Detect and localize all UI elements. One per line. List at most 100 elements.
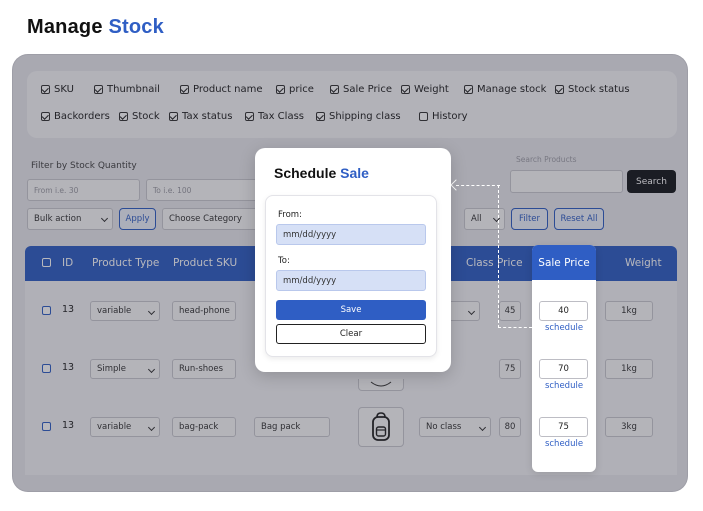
column-toggle-tax-class[interactable]: Tax Class (245, 111, 304, 122)
checkbox[interactable] (316, 112, 325, 121)
shipping-class-select[interactable]: No class (419, 417, 491, 437)
to-date-input[interactable]: mm/dd/yyyy (276, 270, 426, 291)
row-checkbox[interactable] (42, 364, 51, 373)
category-select[interactable]: Choose Category (162, 208, 258, 230)
column-toggle-sku[interactable]: SKU (41, 84, 74, 95)
backpack-icon (372, 412, 390, 441)
shoe-icon (370, 381, 392, 386)
checkbox[interactable] (180, 85, 189, 94)
manage-stock-page: Manage Stock SKU Thumbnail Product name … (0, 0, 703, 511)
search-input[interactable] (510, 170, 623, 193)
checkbox[interactable] (464, 85, 473, 94)
column-visibility-panel: SKU Thumbnail Product name price Sale Pr… (27, 71, 677, 138)
modal-title: Schedule Sale (274, 165, 369, 181)
chevron-down-icon (147, 307, 156, 316)
sale-price-input[interactable]: 40 (539, 301, 588, 321)
from-date-input[interactable]: mm/dd/yyyy (276, 224, 426, 245)
header-sale-price: Sale Price (532, 245, 596, 280)
header-product-sku: Product SKU (173, 257, 238, 269)
weight-input[interactable]: 1kg (605, 359, 653, 379)
checkbox[interactable] (555, 85, 564, 94)
sku-input[interactable]: Run-shoes (172, 359, 236, 379)
column-toggle-thumbnail[interactable]: Thumbnail (94, 84, 160, 95)
row-id: 13 (62, 420, 75, 431)
sku-input[interactable]: bag-pack (172, 417, 236, 437)
schedule-link[interactable]: schedule (532, 381, 596, 391)
filter-button[interactable]: Filter (511, 208, 548, 230)
price-input[interactable]: 45 (499, 301, 521, 321)
weight-input[interactable]: 3kg (605, 417, 653, 437)
column-toggle-history[interactable]: History (419, 111, 468, 122)
checkbox[interactable] (94, 85, 103, 94)
product-name-input[interactable]: Bag pack (254, 417, 330, 437)
sale-price-input[interactable]: 70 (539, 359, 588, 379)
column-toggle-sale-price[interactable]: Sale Price (330, 84, 392, 95)
product-thumbnail (358, 407, 404, 447)
page-title-main: Manage (27, 16, 103, 38)
column-toggle-stock-status[interactable]: Stock status (555, 84, 630, 95)
column-toggle-product-name[interactable]: Product name (180, 84, 263, 95)
schedule-form: From: mm/dd/yyyy To: mm/dd/yyyy Save Cle… (265, 195, 437, 357)
chevron-down-icon (147, 423, 156, 432)
checkbox[interactable] (419, 112, 428, 121)
header-id: ID (62, 257, 74, 269)
price-input[interactable]: 75 (499, 359, 521, 379)
clear-button[interactable]: Clear (276, 324, 426, 344)
column-toggle-tax-status[interactable]: Tax status (169, 111, 232, 122)
page-title: Manage Stock (27, 16, 164, 39)
connector-line (498, 185, 499, 328)
sku-input[interactable]: head-phone (172, 301, 236, 321)
checkbox[interactable] (401, 85, 410, 94)
header-product-type: Product Type (92, 257, 160, 269)
checkbox[interactable] (169, 112, 178, 121)
sale-price-column-highlight: Sale Price 40 schedule 70 schedule 75 sc… (532, 245, 596, 472)
product-type-select[interactable]: variable (90, 301, 160, 321)
chevron-down-icon (467, 307, 476, 316)
checkbox[interactable] (119, 112, 128, 121)
select-all-checkbox[interactable] (42, 258, 51, 267)
row-id: 13 (62, 362, 75, 373)
row-id: 13 (62, 304, 75, 315)
header-class: Class (466, 257, 494, 269)
chevron-down-icon (478, 423, 487, 432)
header-weight: Weight (625, 257, 662, 269)
column-toggle-stock[interactable]: Stock (119, 111, 160, 122)
column-toggle-weight[interactable]: Weight (401, 84, 449, 95)
to-label: To: (278, 256, 290, 266)
stock-to-input[interactable]: To i.e. 100 (146, 179, 259, 201)
save-button[interactable]: Save (276, 300, 426, 320)
weight-input[interactable]: 1kg (605, 301, 653, 321)
schedule-link[interactable]: schedule (532, 439, 596, 449)
product-type-select[interactable]: Simple (90, 359, 160, 379)
from-label: From: (278, 210, 302, 220)
apply-button[interactable]: Apply (119, 208, 156, 230)
checkbox[interactable] (330, 85, 339, 94)
column-toggle-shipping-class[interactable]: Shipping class (316, 111, 401, 122)
row-checkbox[interactable] (42, 306, 51, 315)
checkbox[interactable] (41, 85, 50, 94)
product-type-select[interactable]: variable (90, 417, 160, 437)
header-price: Price (497, 257, 523, 269)
schedule-sale-modal: Schedule Sale From: mm/dd/yyyy To: mm/dd… (255, 148, 451, 372)
schedule-link[interactable]: schedule (532, 323, 596, 333)
search-button[interactable]: Search (627, 170, 676, 193)
sale-price-input[interactable]: 75 (539, 417, 588, 437)
chevron-down-icon (100, 214, 109, 223)
row-checkbox[interactable] (42, 422, 51, 431)
price-input[interactable]: 80 (499, 417, 521, 437)
stock-filter-label: Filter by Stock Quantity (31, 161, 137, 171)
page-title-accent: Stock (108, 16, 164, 38)
stock-from-input[interactable]: From i.e. 30 (27, 179, 140, 201)
checkbox[interactable] (276, 85, 285, 94)
connector-line (456, 185, 500, 186)
search-products-label: Search Products (516, 155, 577, 164)
shoe-icon (358, 379, 404, 391)
column-toggle-backorders[interactable]: Backorders (41, 111, 110, 122)
bulk-action-select[interactable]: Bulk action (27, 208, 113, 230)
column-toggle-price[interactable]: price (276, 84, 314, 95)
checkbox[interactable] (245, 112, 254, 121)
connector-line (498, 327, 532, 328)
column-toggle-manage-stock[interactable]: Manage stock (464, 84, 546, 95)
reset-all-button[interactable]: Reset All (554, 208, 604, 230)
checkbox[interactable] (41, 112, 50, 121)
